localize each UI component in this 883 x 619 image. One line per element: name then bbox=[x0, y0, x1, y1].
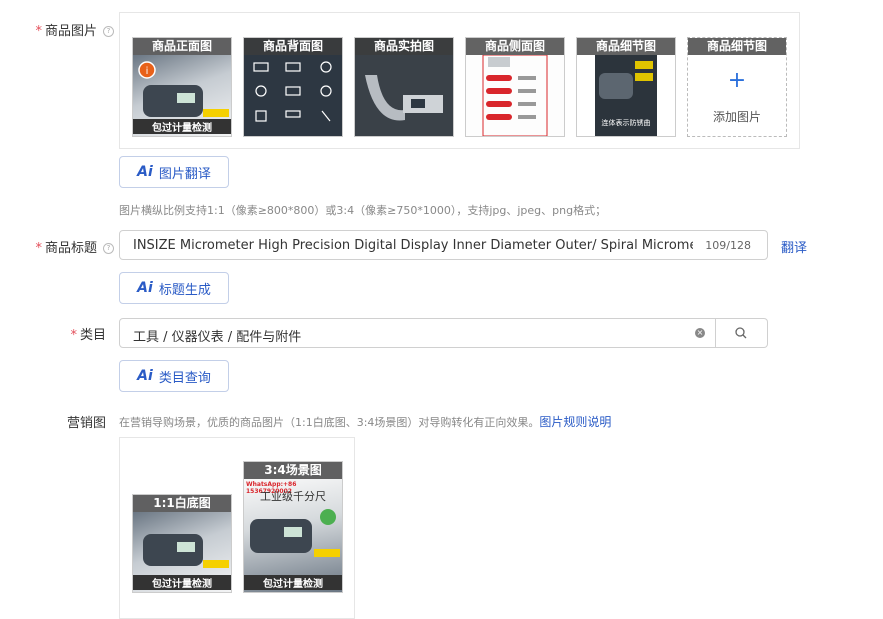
thumb-overlay-text: 包过计量检测 bbox=[133, 119, 231, 134]
category-query-label: 类目查询 bbox=[158, 370, 211, 386]
product-images-label: * 商品图片? bbox=[22, 20, 114, 39]
image-format-hint: 图片横纵比例支持1:1（像素≥800*800）或3:4（像素≥750*1000）… bbox=[119, 204, 607, 217]
micrometer-shape bbox=[365, 75, 443, 121]
category-label: * 类目 bbox=[70, 328, 106, 343]
thumb-caption: 商品正面图 bbox=[133, 38, 231, 55]
feature-grid bbox=[244, 55, 342, 136]
category-search-button[interactable] bbox=[716, 318, 768, 348]
image-rules-link[interactable]: 图片规则说明 bbox=[539, 415, 611, 429]
thumb-caption: 1:1白底图 bbox=[133, 495, 231, 512]
title-translate-link[interactable]: 翻译 bbox=[781, 237, 807, 256]
thumb-caption: 商品侧面图 bbox=[466, 38, 564, 55]
marketing-description: 在营销导购场景，优质的商品图片（1:1白底图、3:4场景图）对导购转化有正向效果… bbox=[119, 413, 611, 430]
marketing-images-label: 营销图 bbox=[66, 416, 106, 431]
image-translate-button[interactable]: Ai 图片翻译 bbox=[119, 156, 229, 188]
product-title-value: INSIZE Micrometer High Precision Digital… bbox=[133, 238, 693, 253]
plus-icon: + bbox=[727, 68, 747, 93]
scene-banner-text: 工业级千分尺 bbox=[260, 490, 326, 503]
question-icon[interactable]: ? bbox=[103, 243, 114, 254]
product-image-detail[interactable]: 商品细节图 连体表示防锈曲 bbox=[576, 37, 676, 137]
title-generate-label: 标题生成 bbox=[158, 282, 211, 298]
micrometer-real-photo bbox=[355, 55, 453, 136]
ai-icon: Ai bbox=[137, 164, 153, 180]
title-generate-button[interactable]: Ai 标题生成 bbox=[119, 272, 229, 304]
thumb-overlay-text: 包过计量检测 bbox=[244, 575, 342, 590]
marketing-image-scene[interactable]: 3:4场景图 WhatsApp:+86 15367920002 工业级千分尺 包… bbox=[243, 461, 343, 593]
category-query-button[interactable]: Ai 类目查询 bbox=[119, 360, 229, 392]
thumb-caption: 商品细节图 bbox=[688, 38, 786, 55]
ai-icon: Ai bbox=[137, 368, 153, 384]
thumb-overlay-text: 包过计量检测 bbox=[133, 575, 231, 590]
category-input[interactable]: 工具 / 仪器仪表 / 配件与附件 × bbox=[119, 318, 716, 348]
spec-graphic bbox=[482, 54, 548, 136]
product-image-front[interactable]: i 商品正面图 包过计量检测 bbox=[132, 37, 232, 137]
marketing-images-panel: 1:1白底图 包过计量检测 3:4场景图 WhatsApp:+86 153679… bbox=[119, 437, 355, 619]
add-image-label: 添加图片 bbox=[712, 110, 761, 124]
question-icon[interactable]: ? bbox=[103, 26, 114, 37]
title-char-count: 109/128 bbox=[705, 239, 751, 252]
thumb-caption: 商品背面图 bbox=[244, 38, 342, 55]
feature-icons bbox=[253, 61, 332, 122]
ai-icon: Ai bbox=[137, 280, 153, 296]
spec-list bbox=[466, 54, 564, 136]
product-image-side[interactable]: 商品侧面图 bbox=[465, 37, 565, 137]
thumb-overlay-text: 连体表示防锈曲 bbox=[601, 119, 651, 127]
product-image-real[interactable]: 商品实拍图 bbox=[354, 37, 454, 137]
product-title-label: * 商品标题? bbox=[22, 237, 114, 256]
search-icon bbox=[735, 327, 747, 339]
svg-text:i: i bbox=[146, 66, 149, 77]
thumb-caption: 3:4场景图 bbox=[244, 462, 342, 479]
clear-icon[interactable]: × bbox=[695, 328, 705, 338]
marketing-description-text: 在营销导购场景，优质的商品图片（1:1白底图、3:4场景图）对导购转化有正向效果… bbox=[119, 416, 540, 429]
product-image-back[interactable]: 商品背面图 bbox=[243, 37, 343, 137]
category-value: 工具 / 仪器仪表 / 配件与附件 bbox=[133, 330, 302, 345]
thumb-caption: 商品细节图 bbox=[577, 38, 675, 55]
image-translate-label: 图片翻译 bbox=[158, 166, 211, 182]
product-title-input[interactable]: INSIZE Micrometer High Precision Digital… bbox=[119, 230, 768, 260]
add-image-button[interactable]: 商品细节图 + 添加图片 bbox=[687, 37, 787, 137]
thumb-caption: 商品实拍图 bbox=[355, 38, 453, 55]
marketing-image-square[interactable]: 1:1白底图 包过计量检测 bbox=[132, 494, 232, 593]
product-images-panel: i 商品正面图 包过计量检测 商品背面图 商品实拍图 商品侧面图 商品细节图 连… bbox=[119, 12, 800, 149]
